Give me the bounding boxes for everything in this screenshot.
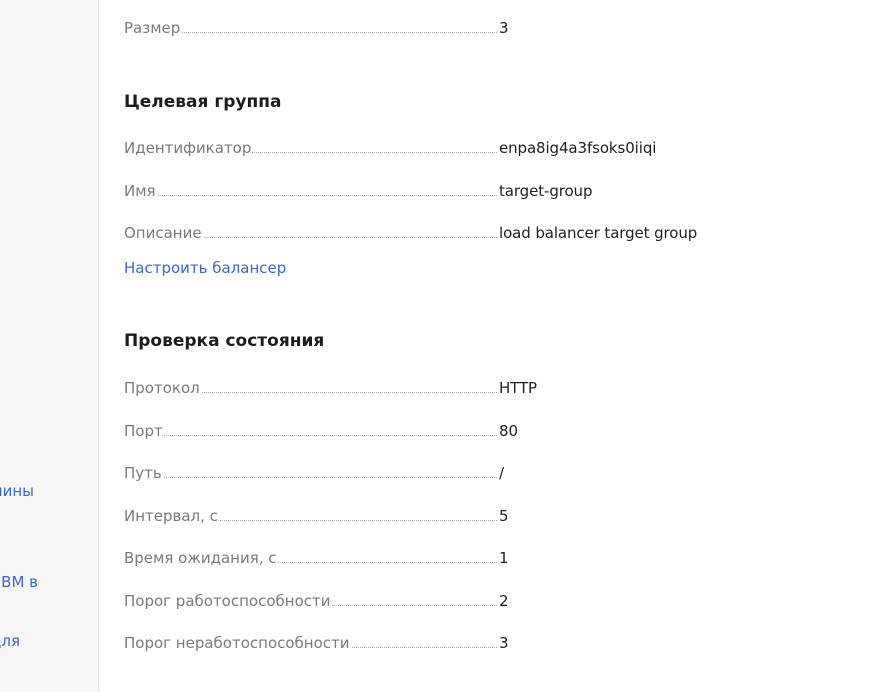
target-group-name-row: Имя target-group <box>124 181 744 201</box>
health-check-title: Проверка состояния <box>124 331 325 351</box>
health-check-port-row: Порт 80 <box>124 421 744 441</box>
sidebar-link-label: для <box>0 632 20 650</box>
target-group-description-label: Описание <box>124 223 203 243</box>
health-check-healthy-threshold-label: Порог работоспособности <box>124 591 332 611</box>
health-check-healthy-threshold-row: Порог работоспособности 2 <box>124 591 744 611</box>
health-check-port-value: 80 <box>499 422 518 440</box>
health-check-unhealthy-threshold-row: Порог неработоспособности 3 <box>124 633 744 653</box>
sidebar-link-label: ашины <box>0 482 34 500</box>
health-check-path-value: / <box>499 464 504 482</box>
target-group-title: Целевая группа <box>124 92 282 112</box>
health-check-interval-value: 5 <box>499 507 509 525</box>
target-group-name-label: Имя <box>124 181 157 201</box>
health-check-interval-label: Интервал, с <box>124 506 219 526</box>
size-row: Размер 3 <box>124 18 744 38</box>
target-group-name-value: target-group <box>499 182 593 200</box>
health-check-port-label: Порт <box>124 421 164 441</box>
health-check-unhealthy-threshold-value: 3 <box>499 634 509 652</box>
health-check-protocol-row: Протокол HTTP <box>124 378 744 398</box>
health-check-timeout-value: 1 <box>499 549 509 567</box>
target-group-id-value: enpa8ig4a3fsoks0iiqi <box>499 139 657 157</box>
health-check-unhealthy-threshold-label: Порог неработоспособности <box>124 633 351 653</box>
dotted-leader <box>124 477 497 478</box>
dotted-leader <box>124 195 497 196</box>
target-group-id-label: Идентификатор <box>124 138 253 158</box>
target-group-id-row: Идентификатор enpa8ig4a3fsoks0iiqi <box>124 138 744 158</box>
configure-balancer-link[interactable]: Настроить балансер <box>124 258 286 278</box>
size-label: Размер <box>124 18 182 38</box>
sidebar: ашины ВМ в для <box>0 0 99 692</box>
target-group-description-value: load balancer target group <box>499 224 698 242</box>
health-check-protocol-label: Протокол <box>124 378 201 398</box>
health-check-timeout-row: Время ожидания, с 1 <box>124 548 744 568</box>
dotted-leader <box>124 435 497 436</box>
health-check-path-label: Путь <box>124 463 163 483</box>
health-check-protocol-value: HTTP <box>499 379 537 397</box>
health-check-healthy-threshold-value: 2 <box>499 592 509 610</box>
health-check-path-row: Путь / <box>124 463 744 483</box>
target-group-description-row: Описание load balancer target group <box>124 223 744 243</box>
health-check-timeout-label: Время ожидания, с <box>124 548 278 568</box>
size-value: 3 <box>499 19 509 37</box>
health-check-interval-row: Интервал, с 5 <box>124 506 744 526</box>
sidebar-link-label: ВМ в <box>1 573 38 591</box>
